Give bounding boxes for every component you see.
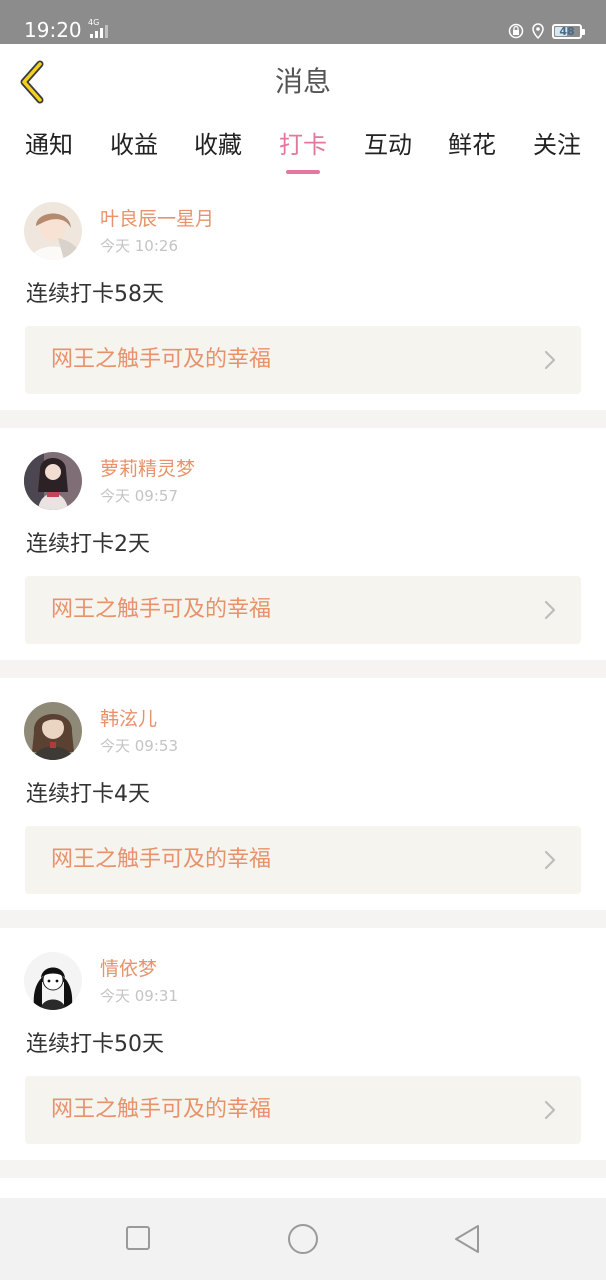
book-link[interactable]: 网王之触手可及的幸福 (25, 326, 581, 394)
checkin-text: 连续打卡50天 (26, 1032, 164, 1057)
book-link[interactable]: 网王之触手可及的幸福 (25, 576, 581, 644)
chevron-right-icon (544, 850, 556, 870)
checkin-text: 连续打卡4天 (26, 782, 150, 807)
book-link[interactable]: 网王之触手可及的幸福 (25, 826, 581, 894)
message-time: 今天 09:31 (100, 987, 178, 1005)
book-title: 网王之触手可及的幸福 (51, 597, 272, 622)
system-nav-bar (0, 1198, 606, 1280)
message-time: 今天 10:26 (100, 237, 178, 255)
message-card: 韩泫儿 今天 09:53 连续打卡4天 网王之触手可及的幸福 (0, 678, 606, 910)
avatar[interactable] (24, 452, 82, 510)
username[interactable]: 萝莉精灵梦 (100, 456, 195, 482)
book-title: 网王之触手可及的幸福 (51, 347, 272, 372)
message-card: 情依梦 今天 09:31 连续打卡50天 网王之触手可及的幸福 (0, 928, 606, 1160)
username[interactable]: 韩泫儿 (100, 706, 157, 732)
username[interactable]: 叶良辰一星月 (100, 206, 214, 232)
divider (0, 910, 606, 928)
lock-rotation-icon (508, 23, 524, 39)
avatar[interactable] (24, 202, 82, 260)
location-icon (532, 23, 544, 39)
book-link[interactable]: 网王之触手可及的幸福 (25, 1076, 581, 1144)
avatar[interactable] (24, 952, 82, 1010)
chevron-right-icon (544, 1100, 556, 1120)
checkin-text: 连续打卡58天 (26, 282, 164, 307)
divider (0, 410, 606, 428)
chevron-right-icon (544, 350, 556, 370)
recent-apps-icon[interactable] (120, 1222, 156, 1256)
battery-icon: 48 (552, 23, 585, 39)
checkin-text: 连续打卡2天 (26, 532, 150, 557)
tab-earnings[interactable]: 收益 (104, 130, 164, 160)
chevron-right-icon (544, 600, 556, 620)
signal-icon: 4G (86, 18, 110, 40)
home-icon[interactable] (285, 1222, 321, 1256)
network-type: 4G (88, 18, 100, 27)
avatar[interactable] (24, 702, 82, 760)
divider (0, 660, 606, 678)
tab-favorites[interactable]: 收藏 (188, 130, 248, 160)
top-bar: 消息 (0, 44, 606, 119)
battery-level: 48 (559, 24, 575, 38)
tab-checkin[interactable]: 打卡 (273, 130, 333, 174)
tab-bar: 通知 收益 收藏 打卡 互动 鲜花 关注 (0, 118, 606, 178)
tab-notice[interactable]: 通知 (19, 130, 79, 160)
page-title: 消息 (274, 65, 331, 98)
message-list: 叶良辰一星月 今天 10:26 连续打卡58天 网王之触手可及的幸福 萝莉精灵梦… (0, 178, 606, 1178)
tab-flowers[interactable]: 鲜花 (442, 130, 502, 160)
message-card: 萝莉精灵梦 今天 09:57 连续打卡2天 网王之触手可及的幸福 (0, 428, 606, 660)
message-card: 叶良辰一星月 今天 10:26 连续打卡58天 网王之触手可及的幸福 (0, 178, 606, 410)
book-title: 网王之触手可及的幸福 (51, 847, 272, 872)
divider (0, 1160, 606, 1178)
back-triangle-icon[interactable] (450, 1222, 486, 1256)
status-bar: 19:20 4G 48 (0, 0, 606, 44)
username[interactable]: 情依梦 (100, 956, 157, 982)
message-time: 今天 09:57 (100, 487, 178, 505)
book-title: 网王之触手可及的幸福 (51, 1097, 272, 1122)
tab-interaction[interactable]: 互动 (358, 130, 418, 160)
message-time: 今天 09:53 (100, 737, 178, 755)
tab-following[interactable]: 关注 (527, 130, 587, 160)
status-time: 19:20 (24, 18, 82, 42)
